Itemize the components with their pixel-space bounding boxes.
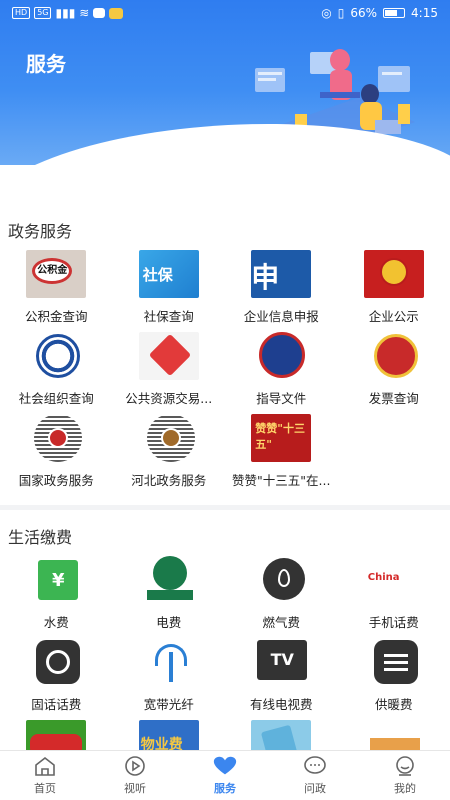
life-payment-grid: ¥ 水费 电费 燃气费 China 手机话费 固话话费 宽带光纤 TV 有线电视… bbox=[0, 554, 450, 750]
heating-icon bbox=[363, 638, 424, 686]
wifi-icon: ≋ bbox=[79, 6, 90, 20]
payment-cable-tv[interactable]: TV 有线电视费 bbox=[225, 636, 338, 718]
payment-gas[interactable]: 燃气费 bbox=[225, 554, 338, 636]
payment-heating[interactable]: 供暖费 bbox=[338, 636, 450, 718]
page-title: 服务 bbox=[26, 52, 66, 76]
heart-icon bbox=[212, 755, 238, 777]
message-icon bbox=[93, 8, 106, 18]
profile-icon bbox=[392, 755, 418, 777]
hero-banner: HD 5G ▮▮▮ ≋ ◎ ▯ 66% 4:15 服务 bbox=[0, 0, 450, 165]
service-zdwj[interactable]: 指导文件 bbox=[225, 330, 338, 412]
play-icon bbox=[122, 755, 148, 777]
notification-icon bbox=[109, 7, 124, 19]
payment-electricity[interactable]: 电费 bbox=[113, 554, 226, 636]
payment-vehicle[interactable] bbox=[0, 718, 113, 750]
guidance-seal-icon bbox=[251, 332, 312, 380]
payment-water[interactable]: ¥ 水费 bbox=[0, 554, 113, 636]
declare-icon: 申报 bbox=[251, 250, 312, 298]
hd-indicator: HD bbox=[12, 7, 31, 19]
tab-services[interactable]: 服务 bbox=[180, 751, 270, 800]
promo-banner-icon: 赞赞"十三五" bbox=[251, 414, 312, 462]
tab-media[interactable]: 视听 bbox=[90, 751, 180, 800]
building-icon bbox=[363, 720, 424, 750]
shebao-icon: 社保 bbox=[138, 250, 199, 298]
tab-home[interactable]: 首页 bbox=[0, 751, 90, 800]
water-tap-icon: ¥ bbox=[26, 556, 87, 604]
bottom-nav: 首页 视听 服务 问政 我的 bbox=[0, 750, 450, 800]
payment-mobile[interactable]: China 手机话费 bbox=[338, 554, 450, 636]
state-grid-icon bbox=[138, 556, 199, 604]
section-title-life: 生活缴费 bbox=[8, 528, 73, 547]
service-fpcx[interactable]: 发票查询 bbox=[338, 330, 450, 412]
flame-icon bbox=[251, 556, 312, 604]
tab-profile[interactable]: 我的 bbox=[360, 751, 450, 800]
telephone-icon bbox=[26, 638, 87, 686]
payment-landline[interactable]: 固话话费 bbox=[0, 636, 113, 718]
battery-percent: 66% bbox=[350, 6, 378, 20]
vibrate-icon: ▯ bbox=[337, 6, 345, 20]
antenna-icon bbox=[138, 638, 199, 686]
service-qyxx[interactable]: 申报 企业信息申报 bbox=[225, 248, 338, 330]
section-divider bbox=[0, 505, 450, 510]
service-ggzy[interactable]: 公共资源交易... bbox=[113, 330, 226, 412]
payment-broadband[interactable]: 宽带光纤 bbox=[113, 636, 226, 718]
payment-building[interactable] bbox=[338, 718, 450, 750]
payment-property[interactable]: 物业费 bbox=[113, 718, 226, 750]
service-qygs[interactable]: 企业公示 bbox=[338, 248, 450, 330]
tax-seal-icon bbox=[363, 332, 424, 380]
gov-services-grid: 公积金 公积金查询 社保 社保查询 申报 企业信息申报 企业公示 社会组织查询 … bbox=[0, 248, 450, 494]
qr-code-icon bbox=[138, 414, 199, 462]
service-national[interactable]: 国家政务服务 bbox=[0, 412, 113, 494]
service-shebao[interactable]: 社保 社保查询 bbox=[113, 248, 226, 330]
service-hebei[interactable]: 河北政务服务 bbox=[113, 412, 226, 494]
section-title-gov: 政务服务 bbox=[8, 222, 73, 241]
organization-logo-icon bbox=[26, 332, 87, 380]
scroll-content[interactable]: HD 5G ▮▮▮ ≋ ◎ ▯ 66% 4:15 服务 政务服务 公积金 公积金… bbox=[0, 0, 450, 750]
signal-icon: ▮▮▮ bbox=[55, 6, 76, 20]
qr-code-icon bbox=[26, 414, 87, 462]
tab-inquiry[interactable]: 问政 bbox=[270, 751, 360, 800]
emblem-icon bbox=[363, 250, 424, 298]
service-zanzan[interactable]: 赞赞"十三五" 赞赞"十三五"在... bbox=[225, 412, 338, 494]
location-icon: ◎ bbox=[321, 6, 332, 20]
battery-icon bbox=[383, 8, 406, 18]
price-tag-icon bbox=[251, 720, 312, 750]
payment-tag[interactable] bbox=[225, 718, 338, 750]
clock: 4:15 bbox=[411, 6, 438, 20]
car-icon bbox=[26, 720, 87, 750]
property-fee-icon: 物业费 bbox=[138, 720, 199, 750]
gjj-icon: 公积金 bbox=[26, 250, 87, 298]
carrier-logo-icon: China bbox=[363, 556, 424, 604]
status-bar: HD 5G ▮▮▮ ≋ ◎ ▯ 66% 4:15 bbox=[0, 0, 450, 26]
tv-icon: TV bbox=[251, 638, 312, 686]
chat-icon bbox=[302, 755, 328, 777]
service-gjj[interactable]: 公积金 公积金查询 bbox=[0, 248, 113, 330]
service-shzz[interactable]: 社会组织查询 bbox=[0, 330, 113, 412]
resource-exchange-icon bbox=[138, 332, 199, 380]
network-indicator: 5G bbox=[34, 7, 52, 19]
home-icon bbox=[32, 755, 58, 777]
